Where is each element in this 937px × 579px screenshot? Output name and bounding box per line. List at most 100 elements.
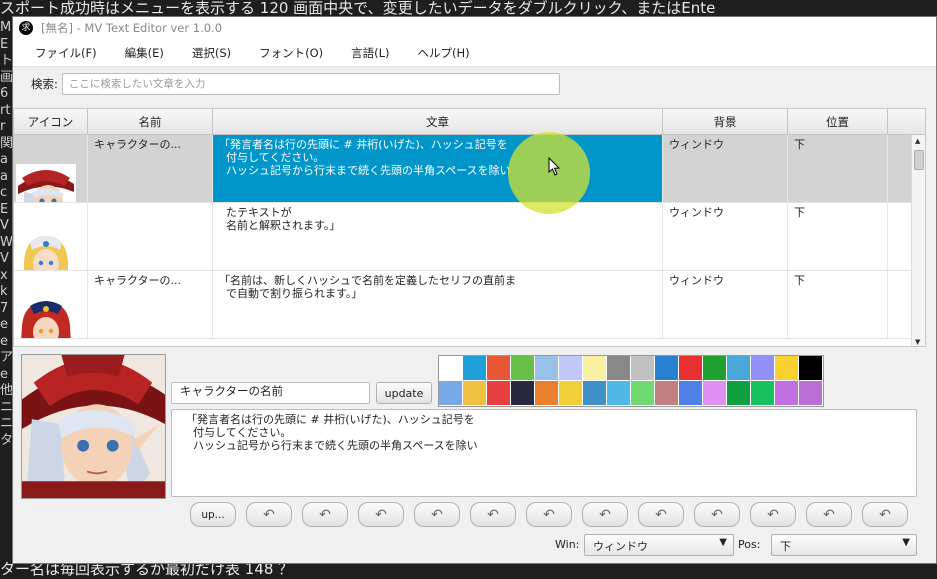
column-background[interactable]: 背景 bbox=[663, 109, 788, 134]
title-bar[interactable]: 求 [無名] - MV Text Editor ver 1.0.0 bbox=[13, 17, 936, 39]
scrollbar-thumb[interactable] bbox=[914, 150, 924, 170]
palette-swatch[interactable] bbox=[487, 356, 511, 381]
palette-swatch[interactable] bbox=[775, 356, 799, 381]
face-select-button[interactable]: ↶ bbox=[302, 502, 348, 527]
column-text[interactable]: 文章 bbox=[213, 109, 663, 134]
palette-swatch[interactable] bbox=[655, 356, 679, 381]
character-name-input[interactable]: キャラクターの名前 bbox=[171, 382, 370, 404]
palette-swatch[interactable] bbox=[583, 356, 607, 381]
face-select-button[interactable]: ↶ bbox=[358, 502, 404, 527]
menu-font[interactable]: フォント(O) bbox=[245, 45, 337, 61]
palette-swatch[interactable] bbox=[607, 356, 631, 381]
palette-swatch[interactable] bbox=[463, 356, 487, 381]
face-select-button[interactable]: ↶ bbox=[694, 502, 740, 527]
palette-swatch[interactable] bbox=[559, 356, 583, 381]
palette-swatch[interactable] bbox=[631, 356, 655, 381]
undo-arrow-icon: ↶ bbox=[711, 506, 723, 523]
palette-swatch[interactable] bbox=[631, 381, 655, 406]
table-row[interactable]: キャラクターの... 「発言者名は行の先頭に # 井桁(いげた)、ハッシュ記号を… bbox=[14, 135, 925, 203]
blonde-knight-portrait-icon bbox=[16, 232, 76, 270]
face-select-button[interactable]: ↶ bbox=[750, 502, 796, 527]
face-select-button[interactable]: ↶ bbox=[246, 502, 292, 527]
menu-edit[interactable]: 編集(E) bbox=[111, 45, 178, 61]
palette-swatch[interactable] bbox=[703, 381, 727, 406]
win-select-value: ウィンドウ bbox=[593, 540, 648, 553]
red-hair-elf-portrait-icon bbox=[16, 300, 76, 338]
palette-swatch[interactable] bbox=[799, 356, 823, 381]
undo-arrow-icon: ↶ bbox=[655, 506, 667, 523]
row-icon-cell bbox=[14, 135, 88, 202]
message-text-area[interactable]: 「発言者名は行の先頭に # 井桁(いげた)、ハッシュ記号を 付与してください。 … bbox=[171, 409, 917, 497]
palette-swatch[interactable] bbox=[535, 381, 559, 406]
selected-face-preview-icon[interactable] bbox=[21, 354, 166, 499]
palette-swatch[interactable] bbox=[487, 381, 511, 406]
app-icon: 求 bbox=[19, 21, 33, 35]
palette-swatch[interactable] bbox=[439, 356, 463, 381]
row-name-cell: キャラクターの... bbox=[88, 135, 213, 202]
row-name-cell: キャラクターの... bbox=[88, 271, 213, 338]
column-name[interactable]: 名前 bbox=[88, 109, 213, 134]
palette-swatch[interactable] bbox=[583, 381, 607, 406]
row-background-cell: ウィンドウ bbox=[663, 271, 788, 338]
row-position-cell: 下 bbox=[788, 135, 888, 202]
palette-swatch[interactable] bbox=[511, 356, 535, 381]
undo-arrow-icon: ↶ bbox=[375, 506, 387, 523]
face-select-button[interactable]: ↶ bbox=[582, 502, 628, 527]
undo-arrow-icon: ↶ bbox=[263, 506, 275, 523]
face-select-button[interactable]: ↶ bbox=[470, 502, 516, 527]
palette-swatch[interactable] bbox=[751, 381, 775, 406]
palette-swatch[interactable] bbox=[535, 356, 559, 381]
red-hat-elf-portrait-icon bbox=[16, 164, 76, 202]
face-select-button[interactable]: ↶ bbox=[638, 502, 684, 527]
window-position-controls: Win: ウィンドウ ▼ Pos: 下 ▼ bbox=[553, 534, 923, 556]
undo-arrow-icon: ↶ bbox=[599, 506, 611, 523]
face-select-button[interactable]: ↶ bbox=[414, 502, 460, 527]
face-select-button[interactable]: ↶ bbox=[526, 502, 572, 527]
palette-swatch[interactable] bbox=[775, 381, 799, 406]
face-select-button[interactable]: ↶ bbox=[862, 502, 908, 527]
row-icon-cell bbox=[14, 203, 88, 270]
table-row[interactable]: キャラクターの... 「名前は、新しくハッシュで名前を定義したセリフの直前ま で… bbox=[14, 271, 925, 339]
palette-swatch[interactable] bbox=[799, 381, 823, 406]
scroll-up-icon[interactable]: ▲ bbox=[915, 137, 920, 145]
row-text-cell: 「発言者名は行の先頭に # 井桁(いげた)、ハッシュ記号を 付与してください。 … bbox=[213, 135, 663, 202]
search-input[interactable] bbox=[61, 73, 560, 95]
update-button[interactable]: update bbox=[376, 382, 432, 404]
mouse-pointer-icon bbox=[548, 157, 561, 176]
palette-swatch[interactable] bbox=[607, 381, 631, 406]
palette-swatch[interactable] bbox=[679, 356, 703, 381]
palette-swatch[interactable] bbox=[463, 381, 487, 406]
palette-swatch[interactable] bbox=[655, 381, 679, 406]
palette-swatch[interactable] bbox=[727, 356, 751, 381]
table-scrollbar[interactable]: ▲ ▼ bbox=[911, 135, 925, 346]
palette-swatch[interactable] bbox=[511, 381, 535, 406]
menu-bar: ファイル(F) 編集(E) 選択(S) フォント(O) 言語(L) ヘルプ(H) bbox=[13, 39, 936, 67]
background-top-line: スポート成功時はメニューを表示する 120 画面中央で、変更したいデータをダブル… bbox=[0, 0, 716, 17]
menu-file[interactable]: ファイル(F) bbox=[21, 45, 111, 61]
undo-arrow-icon: ↶ bbox=[879, 506, 891, 523]
column-icon[interactable]: アイコン bbox=[14, 109, 88, 134]
win-select[interactable]: ウィンドウ ▼ bbox=[584, 534, 734, 556]
menu-help[interactable]: ヘルプ(H) bbox=[404, 45, 484, 61]
scroll-down-icon[interactable]: ▼ bbox=[915, 338, 920, 346]
palette-swatch[interactable] bbox=[751, 356, 775, 381]
row-icon-cell bbox=[14, 271, 88, 338]
face-up-button[interactable]: up... bbox=[190, 502, 236, 527]
pos-select[interactable]: 下 ▼ bbox=[771, 534, 917, 556]
face-button-row: up... ↶ ↶ ↶ ↶ ↶ ↶ ↶ ↶ ↶ ↶ ↶ ↶ bbox=[190, 502, 920, 528]
undo-arrow-icon: ↶ bbox=[487, 506, 499, 523]
palette-swatch[interactable] bbox=[439, 381, 463, 406]
undo-arrow-icon: ↶ bbox=[431, 506, 443, 523]
row-text-cell: 「名前は、新しくハッシュで名前を定義したセリフの直前ま で自動で割り振られます。… bbox=[213, 271, 663, 338]
menu-select[interactable]: 選択(S) bbox=[178, 45, 245, 61]
palette-swatch[interactable] bbox=[559, 381, 583, 406]
menu-language[interactable]: 言語(L) bbox=[337, 45, 403, 61]
column-position[interactable]: 位置 bbox=[788, 109, 888, 134]
row-name-cell bbox=[88, 203, 213, 270]
face-select-button[interactable]: ↶ bbox=[806, 502, 852, 527]
palette-swatch[interactable] bbox=[679, 381, 703, 406]
row-background-cell: ウィンドウ bbox=[663, 203, 788, 270]
palette-swatch[interactable] bbox=[703, 356, 727, 381]
palette-swatch[interactable] bbox=[727, 381, 751, 406]
table-row[interactable]: たテキストが 名前と解釈されます。」 ウィンドウ 下 bbox=[14, 203, 925, 271]
